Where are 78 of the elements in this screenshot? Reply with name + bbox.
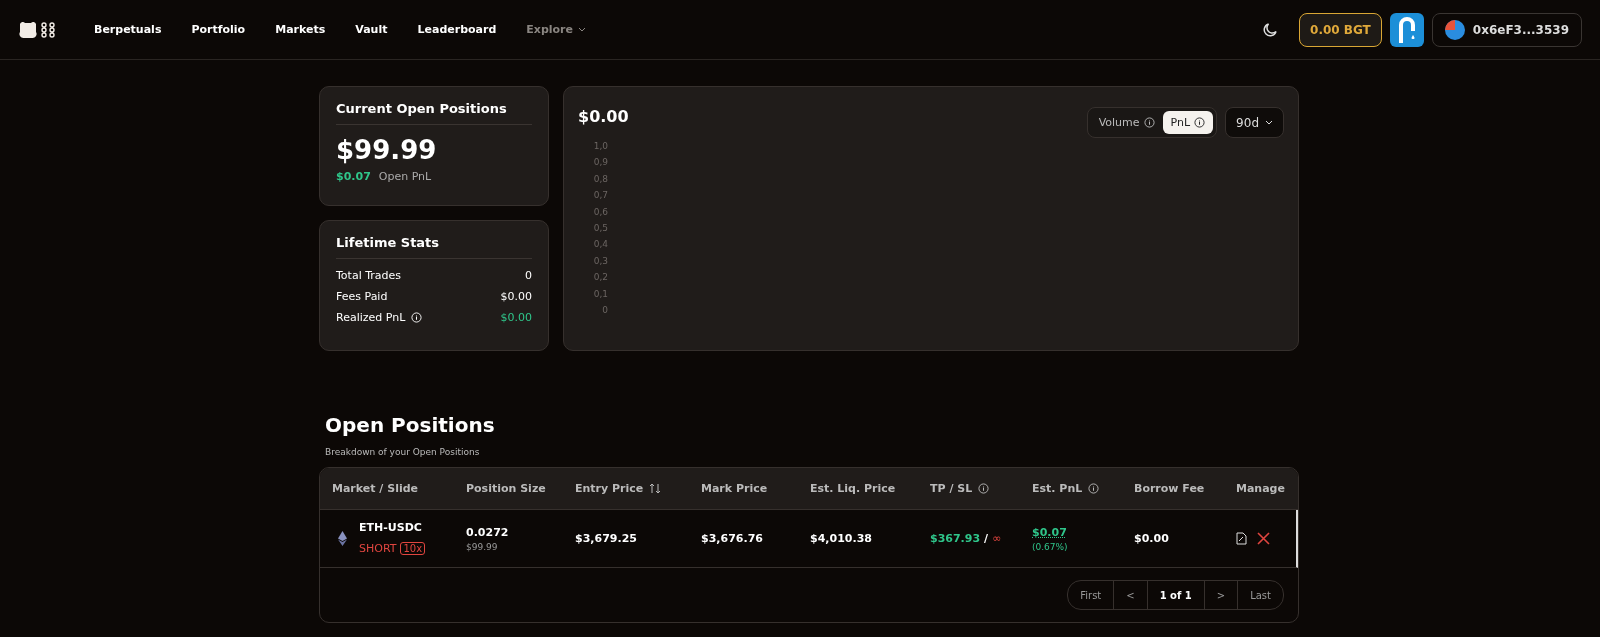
pagination-button[interactable]: Last [1237,581,1283,609]
nav-link[interactable]: Markets [275,23,326,36]
close-icon[interactable] [1257,532,1270,545]
table-cell-text: $99.99 [466,541,499,552]
column-header[interactable]: Entry Price [575,482,701,495]
section-title: Open Positions [325,413,496,437]
chart-value: $0.00 [578,107,629,126]
sort-icon [649,483,662,494]
stat-label: Total Trades [336,269,402,282]
wallet-button[interactable]: 0x6eF3...3539 [1431,12,1582,47]
card-title: Lifetime Stats [336,235,532,259]
edit-document-icon[interactable] [1236,532,1247,545]
take-profit-value: $367.93 [930,532,981,545]
nav-link[interactable]: Berpetuals [94,23,162,36]
range-dropdown[interactable]: 90d [1225,107,1284,138]
pagination-button[interactable]: > [1203,581,1238,609]
table-cell-text: 0.0272 [466,525,510,539]
column-header: Manage [1236,482,1286,495]
nav-link[interactable]: Vault [355,23,388,36]
stat-label: Realized PnL [336,311,423,324]
column-header: Position Size [466,482,547,495]
column-header: Borrow Fee [1134,482,1206,495]
pnl-percent: (0.67%) [1032,541,1069,552]
column-header: Market / Slide [332,482,419,495]
axis-label: 0,5 [593,222,608,236]
explore-menu[interactable]: Explore [526,23,586,36]
avatar-icon [1444,19,1465,40]
open-positions-value: $99.99 [336,135,438,165]
axis-label: 0,7 [593,189,608,203]
open-pnl-label: Open PnL [378,170,432,183]
leverage-tag: 10x [400,542,426,555]
open-pnl-value: $0.07 [336,170,371,183]
balance-button[interactable]: 0.00 BGT [1299,12,1382,47]
chevron-down-icon [1265,120,1273,125]
column-header: Mark Price [701,482,769,495]
market-name: ETH-USDC [359,521,423,534]
column-header: TP / SL [930,482,1032,495]
stat-value: $0.00 [500,311,532,324]
info-icon [978,483,990,494]
table-cell-text: $3,679.25 [575,532,638,545]
column-header: Est. PnL [1032,482,1134,495]
faucet-icon[interactable] [1389,12,1424,47]
separator: / [984,532,989,545]
axis-label: 0,3 [593,254,608,268]
info-icon [1088,483,1100,494]
stat-value: $0.00 [500,290,532,303]
stop-loss-value: ∞ [992,532,1002,545]
table-cell-text: $0.00 [1134,532,1170,545]
column-header: Est. Liq. Price [810,482,897,495]
table-cell-text: $3,676.76 [701,532,764,545]
axis-label: 1,0 [593,140,608,153]
section-subtitle: Breakdown of your Open Positions [325,447,481,457]
axis-label: 0,6 [593,205,608,219]
side-label: SHORT [359,542,397,555]
info-icon [1143,117,1155,128]
stat-label: Fees Paid [336,290,388,303]
axis-label: 0,4 [593,238,608,252]
axis-label: 0,9 [593,156,608,170]
pagination-button[interactable]: < [1113,581,1147,609]
ethereum-icon [338,531,347,546]
chevron-down-icon [578,27,586,32]
logo-icon[interactable] [18,19,58,40]
nav-link[interactable]: Portfolio [191,23,246,36]
axis-label: 0,2 [593,271,608,285]
pnl-value[interactable]: $0.07 [1032,525,1134,539]
stat-value: 0 [525,269,532,282]
table-cell-text: $4,010.38 [810,532,873,545]
card-title: Current Open Positions [336,101,532,125]
pagination-button[interactable]: First [1068,581,1114,609]
page-indicator[interactable]: 1 of 1 [1146,581,1204,609]
axis-label: 0,8 [593,172,608,186]
chart-tab[interactable]: Volume [1090,111,1163,134]
nav-link[interactable]: Leaderboard [417,23,497,36]
info-icon [1194,117,1206,128]
chart-tab[interactable]: PnL [1162,111,1214,134]
axis-label: 0,1 [593,287,608,301]
info-icon [411,312,423,323]
axis-label: 0 [602,304,608,318]
